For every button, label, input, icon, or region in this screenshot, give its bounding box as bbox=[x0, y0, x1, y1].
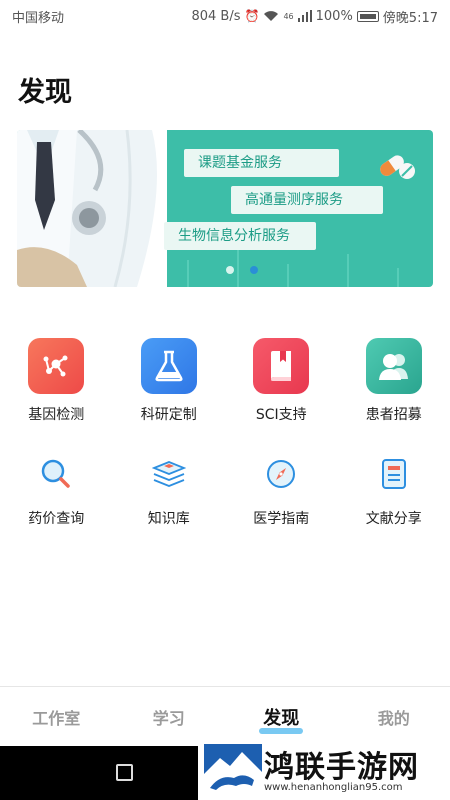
banner-tag-fund: 课题基金服务 bbox=[184, 149, 339, 177]
signal-type: 46 bbox=[283, 11, 294, 21]
flask-icon bbox=[140, 338, 197, 394]
battery-percent: 100% bbox=[315, 8, 353, 24]
stacked-books-icon bbox=[151, 456, 187, 492]
pill-icon bbox=[380, 155, 415, 179]
nav-tab-mine[interactable]: 我的 bbox=[338, 705, 450, 729]
tool-knowledge-base[interactable]: 知识库 bbox=[113, 452, 226, 528]
carrier-label: 中国移动 bbox=[12, 10, 65, 26]
feature-grid: 基因检测 科研定制 SCI支持 患者招募 bbox=[0, 338, 450, 424]
tool-label: 药价查询 bbox=[28, 511, 85, 527]
doctor-illustration bbox=[17, 130, 167, 287]
feature-gene-test[interactable]: 基因检测 bbox=[0, 338, 113, 424]
pager-dot-2[interactable] bbox=[250, 266, 258, 274]
feature-label: SCI支持 bbox=[255, 407, 307, 423]
nav-tab-learn[interactable]: 学习 bbox=[113, 705, 226, 729]
banner-tag-sequencing: 高通量测序服务 bbox=[231, 186, 383, 214]
tool-medical-guide[interactable]: 医学指南 bbox=[225, 452, 338, 528]
feature-patient-recruit[interactable]: 患者招募 bbox=[338, 338, 450, 424]
watermark-title: 鸿联手游网 bbox=[264, 750, 419, 785]
watermark-logo-icon bbox=[204, 744, 262, 794]
feature-label: 基因检测 bbox=[28, 407, 85, 423]
pager-dot-1[interactable] bbox=[226, 266, 234, 274]
banner-pager[interactable] bbox=[226, 266, 258, 274]
wifi-icon bbox=[264, 11, 279, 21]
users-icon bbox=[365, 338, 422, 394]
promo-banner[interactable]: 课题基金服务 高通量测序服务 生物信息分析服务 bbox=[17, 130, 433, 287]
tool-label: 文献分享 bbox=[365, 511, 422, 527]
nav-tab-label: 发现 bbox=[263, 707, 300, 729]
alarm-icon: ⏰ bbox=[244, 9, 260, 23]
tool-drug-price[interactable]: 药价查询 bbox=[0, 452, 113, 528]
molecule-icon bbox=[28, 338, 85, 394]
recent-apps-icon[interactable] bbox=[116, 764, 133, 781]
status-indicators: 804 B/s ⏰ 46 100% 傍晚5:17 bbox=[191, 7, 438, 26]
feature-sci-support[interactable]: SCI支持 bbox=[225, 338, 338, 424]
feature-label: 患者招募 bbox=[365, 407, 422, 423]
magnifier-icon bbox=[38, 456, 74, 492]
page-title: 发现 bbox=[18, 77, 72, 108]
cell-signal-icon bbox=[297, 10, 312, 22]
battery-icon bbox=[356, 10, 379, 22]
nav-tab-studio[interactable]: 工作室 bbox=[0, 705, 113, 729]
nav-tab-label: 我的 bbox=[377, 708, 410, 728]
book-icon bbox=[253, 338, 310, 394]
feature-research-custom[interactable]: 科研定制 bbox=[113, 338, 226, 424]
banner-tag-bioinformatics: 生物信息分析服务 bbox=[164, 222, 316, 250]
feature-label: 科研定制 bbox=[140, 407, 197, 423]
status-bar: 中国移动 804 B/s ⏰ 46 100% 傍晚5:17 bbox=[0, 0, 450, 32]
tool-grid: 药价查询 知识库 医学指南 文献分享 bbox=[0, 452, 450, 528]
nav-tab-label: 学习 bbox=[152, 708, 185, 728]
watermark: 鸿联手游网 www.henanhonglian95.com bbox=[198, 740, 450, 800]
tool-literature-share[interactable]: 文献分享 bbox=[338, 452, 450, 528]
clock: 傍晚5:17 bbox=[382, 10, 438, 26]
nav-tab-label: 工作室 bbox=[32, 708, 81, 728]
tool-label: 知识库 bbox=[147, 511, 190, 527]
nav-tab-discover[interactable]: 发现 bbox=[225, 704, 338, 734]
watermark-url: www.henanhonglian95.com bbox=[264, 782, 403, 793]
screen: 中国移动 804 B/s ⏰ 46 100% 傍晚5:17 发现 课题基金服务 … bbox=[0, 0, 450, 800]
compass-icon bbox=[263, 456, 299, 492]
document-icon bbox=[376, 456, 412, 492]
bottom-nav: 工作室 学习 发现 我的 bbox=[0, 686, 450, 746]
network-speed: 804 B/s bbox=[191, 8, 241, 24]
tool-label: 医学指南 bbox=[253, 511, 310, 527]
